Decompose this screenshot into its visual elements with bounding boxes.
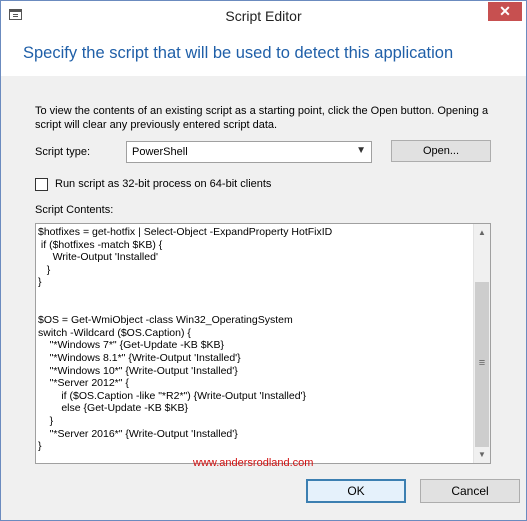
header-band: Specify the script that will be used to … [1, 31, 526, 76]
script-type-dropdown[interactable]: PowerShell ▼ [126, 141, 372, 163]
script-type-value: PowerShell [132, 146, 188, 158]
page-heading: Specify the script that will be used to … [23, 44, 454, 62]
script-editor-window: Script Editor ✕ Specify the script that … [0, 0, 527, 521]
title-bar: Script Editor ✕ [1, 1, 526, 31]
open-button[interactable]: Open... [391, 140, 491, 162]
scroll-thumb[interactable]: ≡ [475, 282, 489, 447]
watermark-text: www.andersrodland.com [193, 457, 314, 469]
scroll-down-icon[interactable]: ▼ [474, 446, 490, 463]
cancel-button[interactable]: Cancel [420, 479, 520, 503]
ok-button[interactable]: OK [306, 479, 406, 503]
script-contents-editor[interactable]: $hotfixes = get-hotfix | Select-Object -… [35, 223, 491, 464]
chevron-down-icon[interactable]: ▼ [356, 145, 366, 156]
grip-icon: ≡ [478, 357, 486, 369]
vertical-scrollbar[interactable]: ▲ ≡ ▼ [473, 224, 490, 463]
script-type-label: Script type: [35, 146, 91, 158]
close-button[interactable]: ✕ [488, 2, 522, 21]
window-title: Script Editor [225, 8, 302, 24]
run-32bit-checkbox[interactable] [35, 178, 48, 191]
script-code[interactable]: $hotfixes = get-hotfix | Select-Object -… [38, 226, 332, 453]
scroll-up-icon[interactable]: ▲ [474, 224, 490, 241]
run-32bit-label[interactable]: Run script as 32-bit process on 64-bit c… [55, 178, 271, 190]
instructions-text: To view the contents of an existing scri… [35, 105, 489, 131]
script-contents-label: Script Contents: [35, 204, 114, 216]
